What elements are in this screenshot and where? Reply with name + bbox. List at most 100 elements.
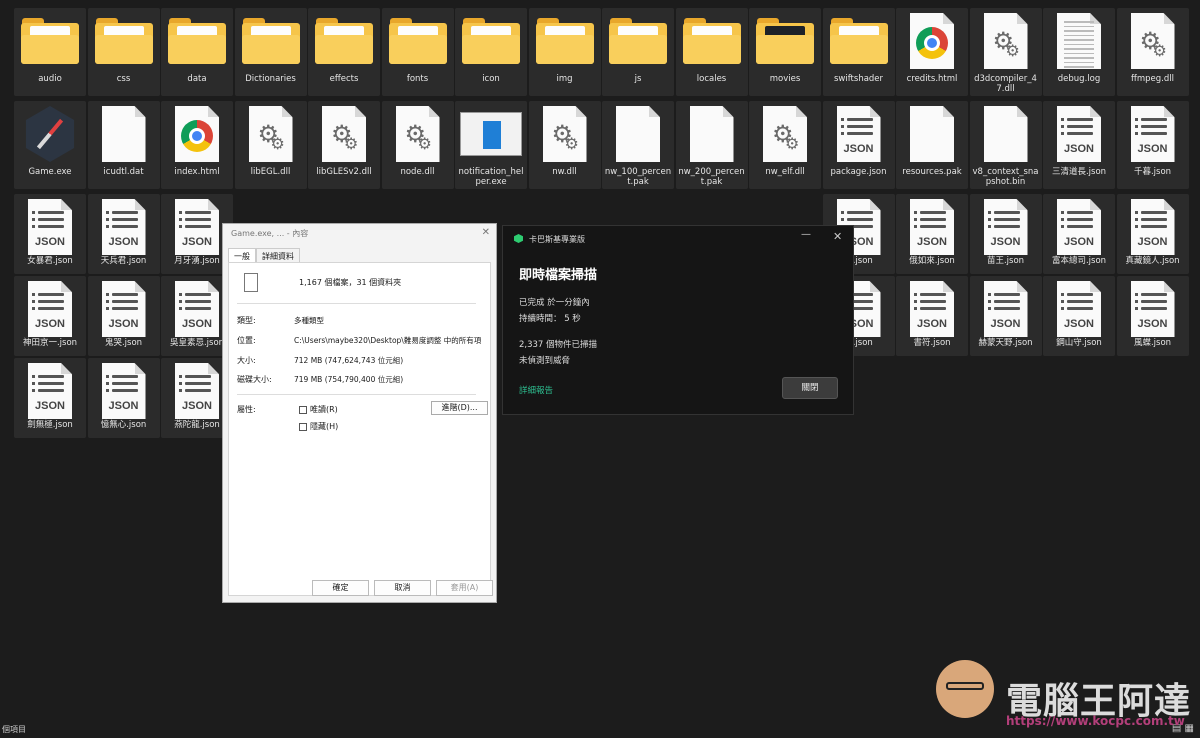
gear-file-icon-shape: ⚙ ⚙ — [983, 13, 1028, 69]
close-icon[interactable]: ✕ — [482, 227, 490, 238]
file-tile[interactable]: JSON 真藏鏡人.json — [1116, 194, 1189, 274]
file-tile[interactable]: fonts — [381, 8, 454, 96]
file-tile[interactable]: ⚙ ⚙ libGLESv2.dll — [308, 101, 380, 189]
file-tile[interactable]: JSON 俄如來.json — [896, 194, 968, 274]
file-name: notification_helper.exe — [458, 167, 524, 187]
file-tile[interactable]: ⚙ ⚙ nw_elf.dll — [749, 101, 821, 189]
file-tile[interactable]: JSON 女暴君.json — [14, 194, 86, 274]
file-name: 鋼山守.json — [1056, 338, 1102, 348]
scan-completed-text: 已完成 於一分鐘內 — [519, 298, 590, 308]
folder-icon — [235, 11, 307, 71]
file-tile[interactable]: ⚙ ⚙ node.dll — [381, 101, 454, 189]
readonly-checkbox[interactable]: 唯讀(R) — [299, 404, 338, 415]
file-tile[interactable]: audio — [14, 8, 86, 96]
minimize-icon[interactable]: — — [801, 229, 811, 240]
ok-button[interactable]: 確定 — [312, 580, 369, 596]
file-tile[interactable]: JSON 憶無心.json — [87, 358, 160, 438]
file-tile[interactable]: notification_helper.exe — [455, 101, 527, 189]
file-tile[interactable]: ⚙ ⚙ nw.dll — [528, 101, 601, 189]
file-tile[interactable]: credits.html — [896, 8, 968, 96]
chrome-icon — [161, 104, 233, 164]
gear-file-icon-shape: ⚙ ⚙ — [248, 106, 293, 162]
file-tile[interactable]: index.html — [161, 101, 233, 189]
file-tile[interactable]: JSON 神田京一.json — [14, 276, 86, 356]
apply-button[interactable]: 套用(A) — [436, 580, 493, 596]
json-file-icon-shape: JSON — [28, 363, 72, 419]
chrome-icon — [896, 11, 968, 71]
file-tile[interactable]: nw_100_percent.pak — [602, 101, 674, 189]
checkbox-box[interactable] — [299, 405, 307, 414]
json-file-icon: JSON — [1117, 279, 1189, 339]
watermark-url: https://www.kocpc.com.tw — [1006, 714, 1185, 728]
folder-icon-shape — [535, 18, 594, 64]
file-tile[interactable]: JSON 劍無極.json — [14, 358, 86, 438]
json-file-icon: JSON — [88, 361, 160, 421]
file-tile[interactable]: Game.exe — [14, 101, 86, 189]
file-tile[interactable]: JSON 鋼山守.json — [1043, 276, 1115, 356]
json-file-icon-shape: JSON — [28, 199, 72, 255]
folder-icon — [308, 11, 380, 71]
json-file-icon-shape: JSON — [28, 281, 72, 337]
file-tile[interactable]: JSON 三清道長.json — [1043, 101, 1115, 189]
file-tile[interactable]: JSON 赫蒙天野.json — [969, 276, 1042, 356]
detailed-report-link[interactable]: 詳細報告 — [519, 384, 553, 396]
json-file-icon-shape: JSON — [836, 106, 881, 162]
file-name: data — [187, 74, 207, 84]
gear-file-icon: ⚙ ⚙ — [970, 11, 1042, 71]
advanced-button[interactable]: 進階(D)... — [431, 401, 488, 415]
hidden-checkbox[interactable]: 隱藏(H) — [299, 421, 338, 432]
file-icon — [970, 104, 1042, 164]
file-tile[interactable]: JSON 鬼哭.json — [87, 276, 160, 356]
file-name: 三清道長.json — [1051, 167, 1107, 177]
file-tile[interactable]: swiftshader — [822, 8, 895, 96]
file-tile[interactable]: locales — [675, 8, 748, 96]
file-icon — [896, 104, 968, 164]
gear-file-icon-shape: ⚙ ⚙ — [1130, 13, 1175, 69]
file-tile[interactable]: resources.pak — [896, 101, 968, 189]
folder-icon — [823, 11, 895, 71]
file-tile[interactable]: js — [602, 8, 674, 96]
close-icon[interactable]: ✕ — [833, 230, 842, 243]
json-file-icon: JSON — [970, 197, 1042, 257]
file-name: js — [634, 74, 642, 84]
window-icon-shape — [460, 112, 522, 156]
file-icon — [602, 104, 674, 164]
file-tile[interactable]: icudtl.dat — [87, 101, 160, 189]
file-icon-shape — [689, 106, 734, 162]
file-tile[interactable]: img — [528, 8, 601, 96]
cancel-button[interactable]: 取消 — [374, 580, 431, 596]
file-tile[interactable]: JSON 千暮.json — [1116, 101, 1189, 189]
file-tile[interactable]: debug.log — [1043, 8, 1115, 96]
file-tile[interactable]: effects — [308, 8, 380, 96]
file-tile[interactable]: ⚙ ⚙ libEGL.dll — [234, 101, 307, 189]
scan-duration-text: 持續時間： 5 秒 — [519, 314, 581, 324]
summary-text: 1,167 個檔案，31 個資料夾 — [299, 278, 402, 287]
file-tile[interactable]: v8_context_snapshot.bin — [969, 101, 1042, 189]
json-file-icon: JSON — [1117, 197, 1189, 257]
size-label: 大小: — [237, 356, 256, 365]
file-tile[interactable]: JSON 天兵君.json — [87, 194, 160, 274]
file-tile[interactable]: ⚙ ⚙ ffmpeg.dll — [1116, 8, 1189, 96]
file-tile[interactable]: JSON 富本總司.json — [1043, 194, 1115, 274]
file-tile[interactable]: Dictionaries — [234, 8, 307, 96]
properties-titlebar: Game.exe, ... - 內容 ✕ — [223, 224, 496, 242]
file-tile[interactable]: data — [161, 8, 233, 96]
folder-icon-shape — [168, 18, 226, 64]
gear-file-icon: ⚙ ⚙ — [382, 104, 454, 164]
file-name: libEGL.dll — [250, 167, 291, 177]
text-file-icon — [1043, 11, 1115, 71]
file-tile[interactable]: nw_200_percent.pak — [675, 101, 748, 189]
file-tile[interactable]: css — [87, 8, 160, 96]
file-name: Game.exe — [28, 167, 72, 177]
file-tile[interactable]: ⚙ ⚙ d3dcompiler_47.dll — [969, 8, 1042, 96]
gear-file-icon: ⚙ ⚙ — [1117, 11, 1189, 71]
file-tile[interactable]: icon — [455, 8, 527, 96]
file-tile[interactable]: JSON 風蝶.json — [1116, 276, 1189, 356]
checkbox-box[interactable] — [299, 422, 307, 431]
file-tile[interactable]: JSON 書符.json — [896, 276, 968, 356]
file-tile[interactable]: JSON package.json — [822, 101, 895, 189]
close-button[interactable]: 關閉 — [782, 377, 838, 399]
game-compass-icon — [14, 104, 86, 164]
file-tile[interactable]: JSON 苗王.json — [969, 194, 1042, 274]
file-tile[interactable]: movies — [749, 8, 821, 96]
